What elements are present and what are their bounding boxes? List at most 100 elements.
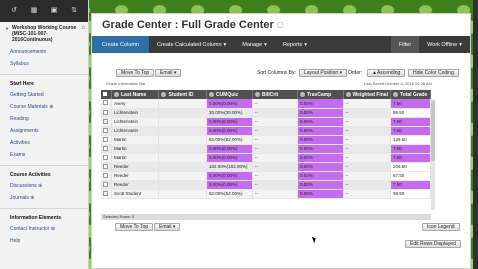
- cell-bill[interactable]: --: [252, 144, 298, 154]
- cell-trav[interactable]: 0.00%: [297, 117, 344, 127]
- column-header-student-id[interactable]: Student ID: [158, 90, 207, 99]
- row-checkbox[interactable]: [101, 180, 112, 190]
- table-row[interactable]: Martin 0.00%(0.00%) -- 0.00% -- 7.50: [101, 144, 432, 154]
- grade-information-bar[interactable]: Grade Information Bar: [106, 81, 146, 86]
- move-to-top-button[interactable]: Move To Top: [116, 69, 155, 77]
- row-checkbox[interactable]: [101, 99, 112, 109]
- sidebar-item-syllabus[interactable]: Syllabus: [0, 58, 88, 70]
- cell-bill[interactable]: --: [252, 108, 298, 118]
- cell-wf[interactable]: --: [343, 153, 391, 163]
- sidebar-item-getting-started[interactable]: Getting Started: [0, 89, 88, 101]
- cell-trav[interactable]: 0.00%: [297, 108, 344, 118]
- sidebar-section-start-here[interactable]: Start Here: [0, 77, 88, 89]
- column-header-travcamp[interactable]: TravCamp: [297, 90, 344, 99]
- row-checkbox[interactable]: [101, 144, 112, 154]
- sidebar-item-activities[interactable]: Activities: [0, 137, 88, 149]
- context-menu-icon[interactable]: ⊕: [38, 183, 42, 189]
- column-menu-icon[interactable]: [208, 91, 214, 97]
- table-row[interactable]: Avery 0.00%(0.00%) -- 0.00% -- 7.50: [101, 99, 432, 109]
- cell-trav[interactable]: 0.00%: [297, 144, 344, 154]
- column-header-weighted-final[interactable]: Weighted Final: [343, 90, 391, 99]
- help-icon[interactable]: ◯: [277, 23, 284, 29]
- cell-wf[interactable]: --: [343, 117, 391, 127]
- sidebar-item-reading[interactable]: Reading: [0, 113, 88, 125]
- cell-cum[interactable]: 0.00%(0.00%): [206, 99, 253, 109]
- sidebar-item-journals[interactable]: Journals ⊕: [0, 192, 88, 204]
- work-offline-menu[interactable]: Work Offline ▾: [419, 36, 470, 53]
- hide-color-coding-button[interactable]: Hide Color Coding: [408, 69, 459, 77]
- cell-cum[interactable]: 0.00%(0.00%): [206, 144, 253, 154]
- cell-trav[interactable]: 0.00%: [297, 189, 344, 199]
- column-header-last-name[interactable]: Last Name: [111, 90, 160, 99]
- sidebar-item-assignments[interactable]: Assignments: [0, 125, 88, 137]
- cell-cum[interactable]: 30.00%(30.00%): [206, 108, 253, 118]
- sidebar-section-course-activities[interactable]: Course Activities: [0, 168, 88, 180]
- sidebar-section-information-elements[interactable]: Information Elements: [0, 211, 88, 223]
- cell-total[interactable]: 99.50: [390, 189, 432, 199]
- cell-wf[interactable]: --: [343, 180, 391, 190]
- row-checkbox[interactable]: [101, 153, 112, 163]
- table-row[interactable]: Martin 0.00%(0.00%) -- 0.00% -- 7.50: [101, 153, 432, 163]
- cell-trav[interactable]: 0.00%: [297, 180, 344, 190]
- order-ascending-button[interactable]: ▲Ascending: [367, 69, 406, 77]
- cell-total[interactable]: 209.50: [390, 162, 432, 172]
- select-all-checkbox[interactable]: [101, 90, 112, 99]
- column-header-cumquiz[interactable]: CUMQuiz: [206, 90, 253, 99]
- cell-total[interactable]: 67.50: [390, 171, 432, 181]
- bottom-email-button[interactable]: Email ▾: [154, 223, 181, 231]
- cell-cum[interactable]: 102.00%(102.00%): [206, 162, 253, 172]
- table-row[interactable]: Martin 82.00%(82.00%) -- 0.00% -- 129.50: [101, 135, 432, 145]
- cell-wf[interactable]: --: [343, 135, 391, 145]
- refresh-icon[interactable]: ↺: [8, 5, 20, 17]
- home-icon[interactable]: ⌂: [81, 25, 85, 31]
- column-menu-icon[interactable]: [299, 91, 305, 97]
- table-row[interactable]: Scott Student 52.00%(52.00%) -- 0.00% -- 99.5…: [101, 189, 432, 199]
- table-row[interactable]: Lichtenstein 30.00%(30.00%) -- 0.00% -- 99.50: [101, 108, 432, 118]
- cell-bill[interactable]: --: [252, 189, 298, 199]
- cell-wf[interactable]: --: [343, 171, 391, 181]
- row-checkbox[interactable]: [101, 171, 112, 181]
- expand-icon[interactable]: ▦: [28, 5, 40, 17]
- cell-bill[interactable]: --: [252, 153, 298, 163]
- bottom-move-to-top-button[interactable]: Move To Top: [115, 223, 154, 231]
- cell-total[interactable]: 7.50: [390, 126, 432, 136]
- column-menu-icon[interactable]: [254, 91, 260, 97]
- cell-total[interactable]: 7.50: [390, 144, 432, 154]
- icon-legend-button[interactable]: Icon Legend: [422, 223, 460, 231]
- course-title[interactable]: ▼ Workshop Working Course (MISC-101-007-…: [0, 22, 88, 46]
- create-column-button[interactable]: Create Column: [92, 36, 149, 53]
- column-menu-icon[interactable]: [392, 91, 398, 97]
- cell-wf[interactable]: --: [343, 162, 391, 172]
- cell-cum[interactable]: 0.00%(0.00%): [206, 117, 253, 127]
- cell-trav[interactable]: 0.00%: [297, 135, 344, 145]
- cell-cum[interactable]: 0.00%(0.00%): [206, 171, 253, 181]
- cell-cum[interactable]: 0.00%(0.00%): [206, 126, 253, 136]
- context-menu-icon[interactable]: ⊕: [49, 104, 53, 110]
- cell-total[interactable]: 129.50: [390, 135, 432, 145]
- collapse-icon[interactable]: ▣: [48, 5, 60, 17]
- cell-bill[interactable]: --: [252, 162, 298, 172]
- cell-bill[interactable]: --: [252, 171, 298, 181]
- sidebar-item-course-materials[interactable]: Course Materials ⊕: [0, 101, 88, 113]
- cell-cum[interactable]: 0.00%(0.00%): [206, 153, 253, 163]
- context-menu-icon[interactable]: ⊕: [30, 195, 34, 201]
- column-menu-icon[interactable]: [345, 91, 351, 97]
- cell-wf[interactable]: --: [343, 144, 391, 154]
- context-menu-icon[interactable]: ⊕: [51, 226, 55, 232]
- manage-menu[interactable]: Manage ▾: [234, 36, 275, 53]
- row-checkbox[interactable]: [101, 135, 112, 145]
- filter-button[interactable]: Filter: [390, 36, 420, 53]
- table-row[interactable]: Lichtenstein 0.00%(0.00%) -- 0.00% -- 7.50: [101, 126, 432, 136]
- column-menu-icon[interactable]: [161, 91, 167, 97]
- sidebar-item-help[interactable]: Help: [0, 235, 88, 247]
- cell-total[interactable]: 7.50: [390, 99, 432, 109]
- cell-total[interactable]: 7.50: [390, 180, 432, 190]
- table-row[interactable]: Reeder 0.00%(0.00%) -- 0.00% -- 7.50: [101, 180, 432, 190]
- grid-scrollbar[interactable]: [431, 99, 435, 210]
- row-checkbox[interactable]: [101, 126, 112, 136]
- collapse-arrow-icon[interactable]: ▼: [5, 26, 9, 32]
- table-row[interactable]: Reeder 0.00%(0.00%) -- 0.00% -- 67.50: [101, 171, 432, 181]
- cell-wf[interactable]: --: [343, 99, 391, 109]
- cell-cum[interactable]: 0.00%(0.00%): [206, 180, 253, 190]
- sort-columns-select[interactable]: Layout Position ▾: [299, 69, 348, 77]
